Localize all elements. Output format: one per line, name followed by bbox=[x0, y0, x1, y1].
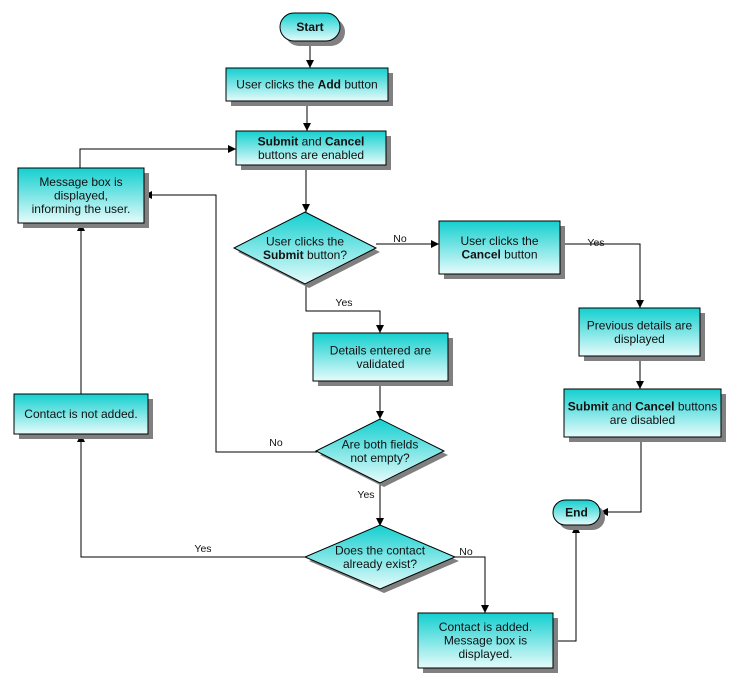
node-text-bold: Submit bbox=[568, 399, 609, 413]
node-text-bold: Cancel bbox=[461, 247, 500, 261]
node-text-line: Does the contact bbox=[335, 543, 426, 557]
edge-label-yes: Yes bbox=[194, 543, 211, 555]
node-text-bold: Cancel bbox=[325, 134, 364, 148]
node-text-line: already exist? bbox=[343, 557, 417, 571]
connector-msgbox-to-enabled bbox=[79, 145, 236, 168]
node-exists-q: Does the contactalready exist? bbox=[303, 524, 459, 593]
nodes-layer: Start User clicks the Add button Submit an… bbox=[13, 12, 726, 673]
node-text-span: not empty? bbox=[350, 451, 410, 465]
node-text-span: informing the user. bbox=[32, 202, 131, 216]
node-text-span: button? bbox=[304, 248, 348, 262]
node-msgbox: Message box isdisplayed,informing the us… bbox=[17, 167, 149, 228]
node-validated: Details entered arevalidated bbox=[312, 332, 453, 386]
node-text-line: User clicks the Add button bbox=[236, 78, 377, 92]
node-text-bold: Start bbox=[296, 20, 323, 34]
node-start: Start bbox=[279, 12, 345, 46]
node-text-bold: Submit bbox=[258, 134, 299, 148]
connector-disabled-to-end bbox=[600, 437, 642, 516]
node-text-span: Details entered are bbox=[330, 343, 432, 357]
node-text-line: Cancel button bbox=[461, 247, 537, 261]
node-text-line: informing the user. bbox=[32, 202, 131, 216]
node-text-line: not empty? bbox=[350, 451, 410, 465]
node-cancel: User clicks theCancel button bbox=[438, 220, 565, 279]
node-text-line: User clicks the bbox=[266, 234, 344, 248]
edge-label-yes: Yes bbox=[335, 297, 352, 309]
node-text-bold: Add bbox=[318, 78, 341, 92]
node-disabled: Submit and Cancel buttonsare disabled bbox=[563, 388, 726, 442]
node-text-span: Message box is bbox=[444, 634, 527, 648]
node-text-span: displayed bbox=[614, 332, 665, 346]
node-text-line: Start bbox=[296, 20, 323, 34]
node-text-line: displayed, bbox=[54, 189, 108, 203]
node-text-span: Contact is not added. bbox=[24, 407, 137, 421]
node-add: User clicks the Add button bbox=[225, 67, 393, 106]
node-text-line: buttons are enabled bbox=[258, 148, 364, 162]
node-text-span: are disabled bbox=[610, 413, 675, 427]
node-text-span: buttons are enabled bbox=[258, 148, 364, 162]
node-text-span: displayed, bbox=[54, 189, 108, 203]
node-text-span: displayed. bbox=[458, 647, 512, 661]
node-enabled: Submit and Cancelbuttons are enabled bbox=[235, 130, 391, 170]
node-not-added: Contact is not added. bbox=[13, 393, 153, 439]
node-text-line: are disabled bbox=[610, 413, 675, 427]
connector-exists_q-to-added bbox=[455, 556, 489, 613]
node-text-line: validated bbox=[356, 357, 404, 371]
flowchart-canvas: Start User clicks the Add button Submit an… bbox=[13, 12, 726, 673]
edge-label-no: No bbox=[459, 546, 473, 558]
edge-label-yes: Yes bbox=[587, 237, 604, 249]
node-text-line: End bbox=[565, 506, 588, 520]
node-text-span: Message box is bbox=[39, 175, 122, 189]
node-text-span: buttons bbox=[675, 399, 718, 413]
node-text-span: already exist? bbox=[343, 557, 417, 571]
connector-cancel-to-previous bbox=[560, 243, 644, 308]
node-text-span: Does the contact bbox=[335, 543, 426, 557]
node-text-line: Message box is bbox=[39, 175, 122, 189]
edge-labels-layer: No Yes Yes No Yes Yes No bbox=[194, 233, 604, 558]
node-text-line: Are both fields bbox=[342, 437, 419, 451]
node-text-span: Previous details are bbox=[587, 318, 693, 332]
node-text-line: Contact is added. bbox=[439, 620, 532, 634]
node-text-line: Message box is bbox=[444, 634, 527, 648]
edge-label-no: No bbox=[393, 233, 407, 245]
node-end: End bbox=[552, 499, 605, 530]
edge-label-yes: Yes bbox=[357, 489, 374, 501]
node-added: Contact is added.Message box isdisplayed… bbox=[417, 612, 558, 673]
node-text-line: Submit button? bbox=[263, 248, 347, 262]
node-text-line: displayed. bbox=[458, 647, 512, 661]
node-text-line: Details entered are bbox=[330, 343, 432, 357]
edge-label-no: No bbox=[269, 437, 283, 449]
node-text-span: and bbox=[298, 134, 325, 148]
node-previous: Previous details aredisplayed bbox=[578, 307, 705, 361]
node-text-line: displayed bbox=[614, 332, 665, 346]
node-text-bold: Cancel bbox=[635, 399, 674, 413]
node-submit-q: User clicks theSubmit button? bbox=[232, 211, 380, 288]
node-text-span: User clicks the bbox=[460, 234, 538, 248]
node-text-span: and bbox=[608, 399, 635, 413]
node-fields-q: Are both fieldsnot empty? bbox=[314, 418, 448, 487]
node-text-span: User clicks the bbox=[266, 234, 344, 248]
node-text-line: Submit and Cancel buttons bbox=[568, 399, 717, 413]
node-text-line: User clicks the bbox=[460, 234, 538, 248]
node-text-line: Contact is not added. bbox=[24, 407, 137, 421]
node-text-span: User clicks the bbox=[236, 78, 317, 92]
node-text-span: validated bbox=[356, 357, 404, 371]
node-text-bold: Submit bbox=[263, 248, 304, 262]
node-text-span: button bbox=[341, 78, 378, 92]
node-text-span: Are both fields bbox=[342, 437, 419, 451]
node-text-bold: End bbox=[565, 506, 588, 520]
node-text-line: Previous details are bbox=[587, 318, 693, 332]
node-text-line: Submit and Cancel bbox=[258, 134, 365, 148]
node-text-span: button bbox=[501, 247, 538, 261]
node-text-span: Contact is added. bbox=[439, 620, 532, 634]
